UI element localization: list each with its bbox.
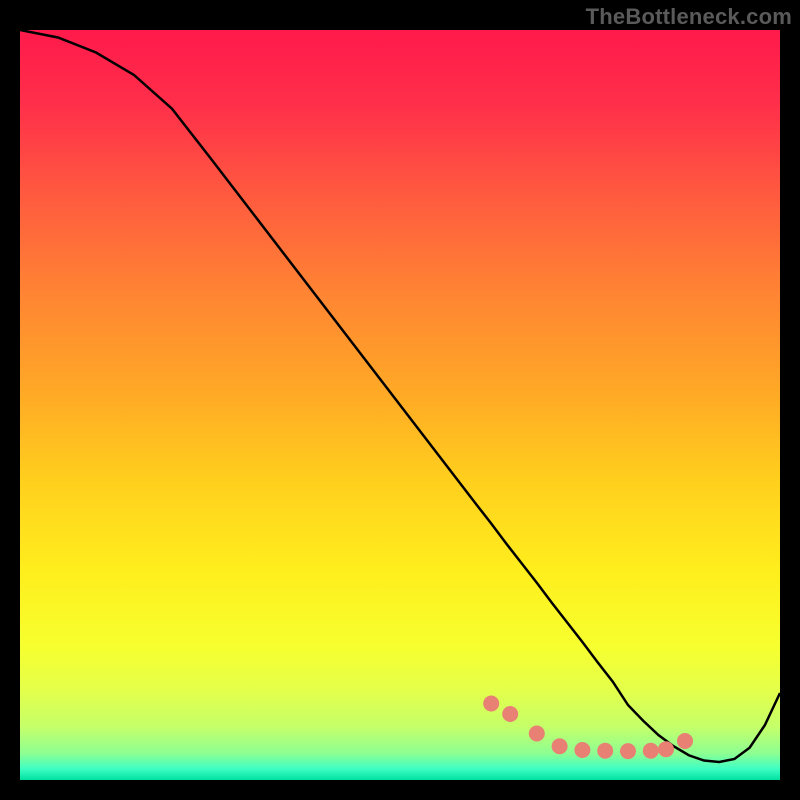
marker-dot [529,726,545,742]
marker-dot [620,743,636,759]
marker-dot [502,706,518,722]
chart-frame: TheBottleneck.com [0,0,800,800]
plot-area [20,30,780,780]
watermark-text: TheBottleneck.com [586,4,792,30]
marker-dot [483,696,499,712]
marker-dot [658,741,674,757]
marker-dot [643,743,659,759]
marker-dot [677,733,693,749]
marker-dot [552,738,568,754]
marker-dot [574,742,590,758]
marker-dot [597,743,613,759]
chart-svg [20,30,780,780]
